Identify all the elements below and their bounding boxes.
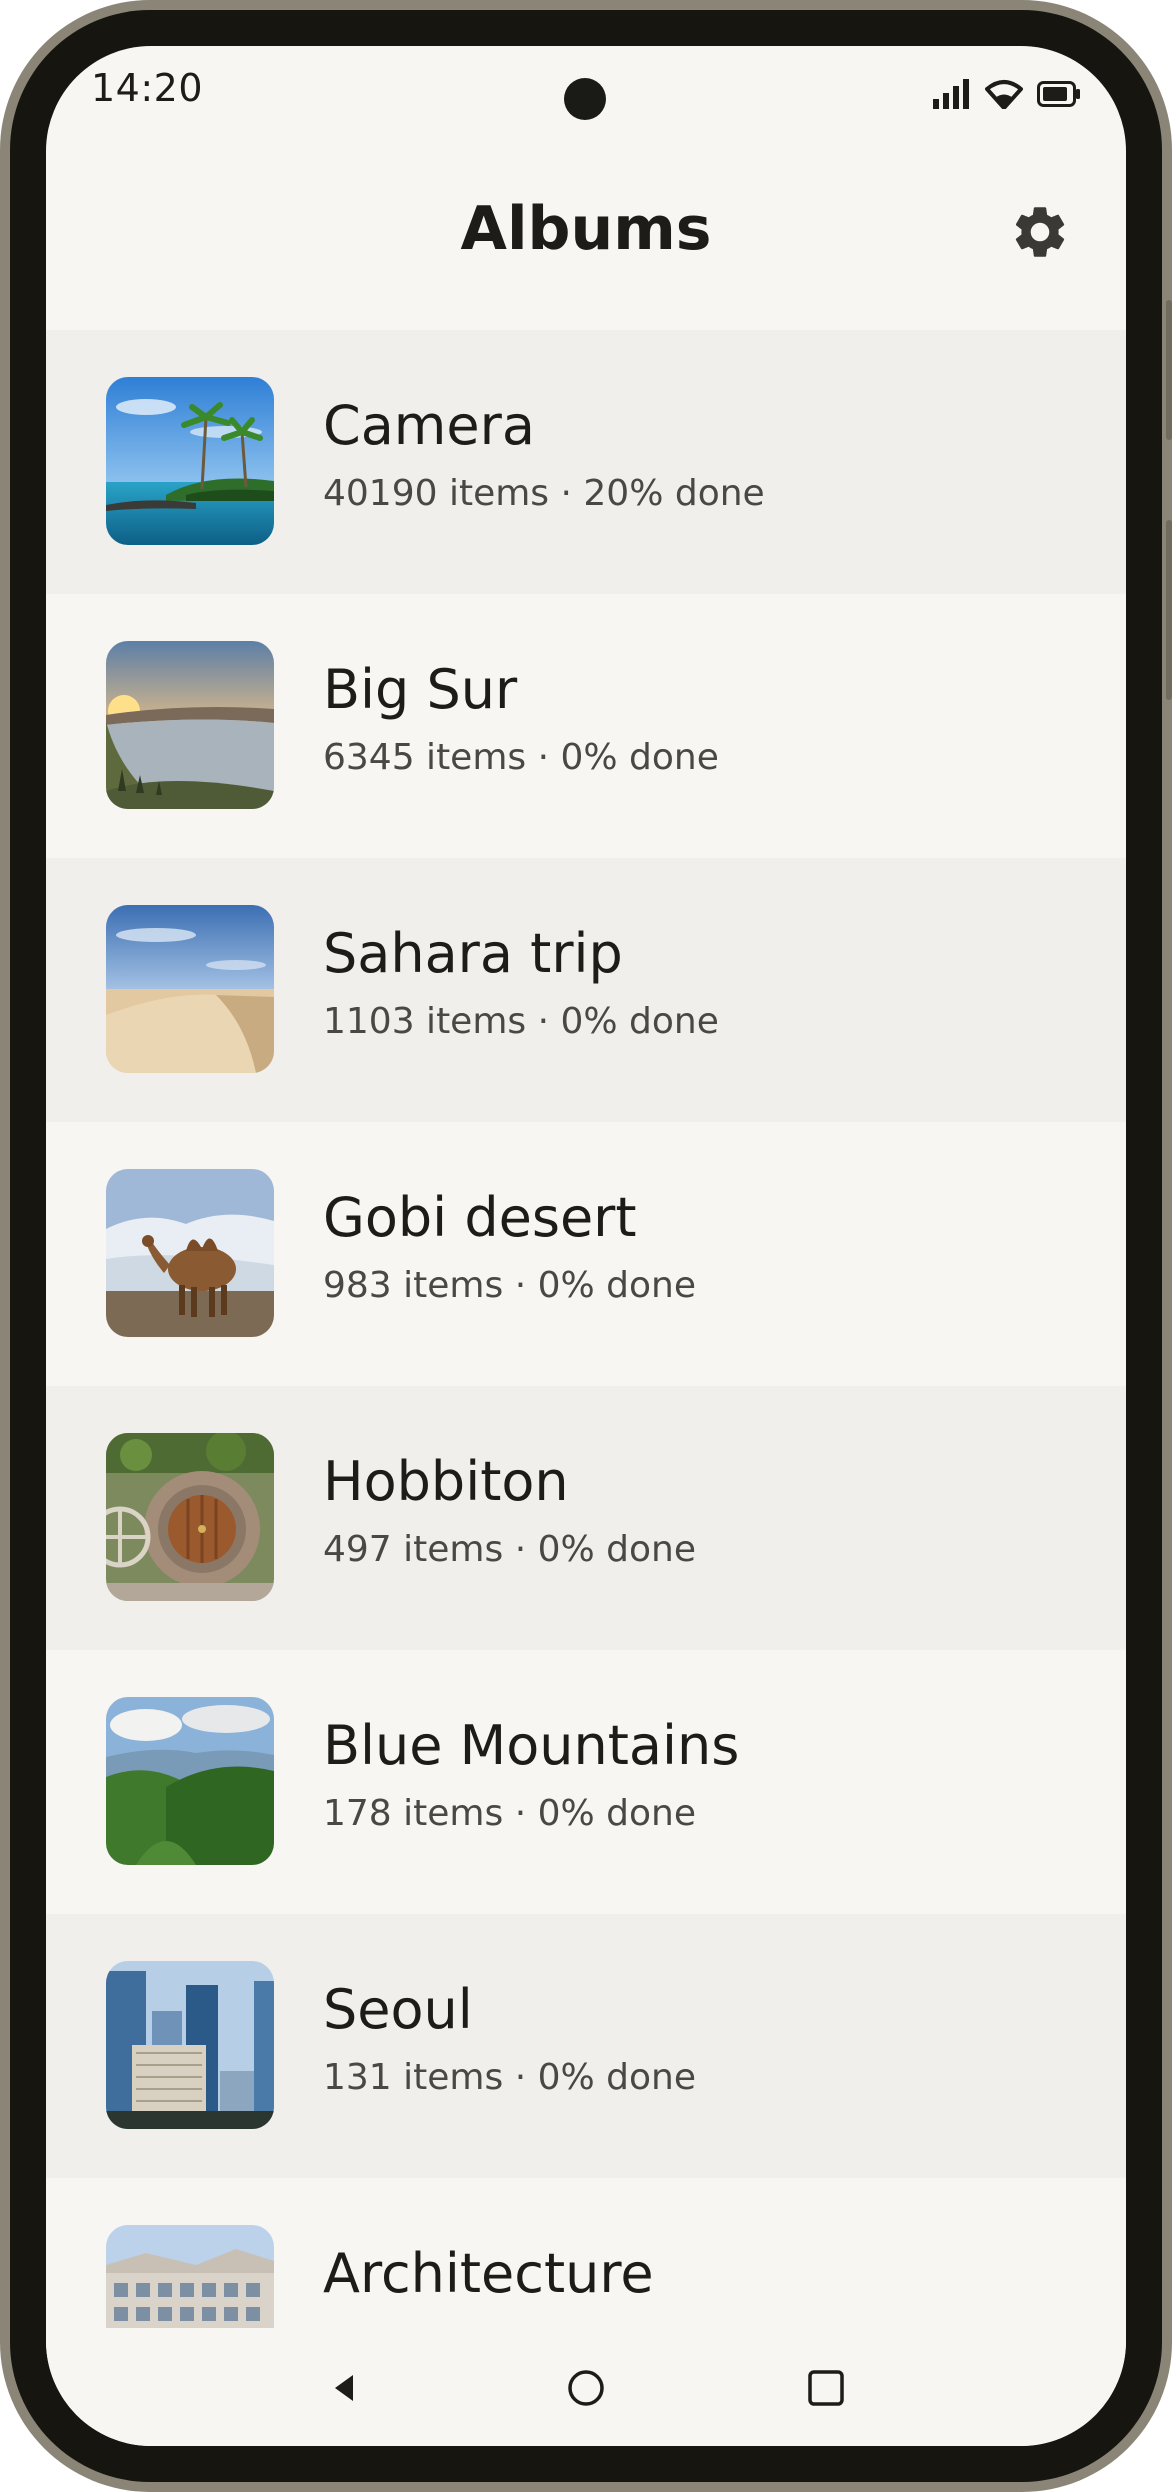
tropical-island-photo (106, 377, 274, 545)
status-time: 14:20 (91, 66, 204, 110)
album-text: Hobbiton 497 items · 0% done (323, 1450, 1096, 1572)
album-meta: 983 items · 0% done (323, 1265, 696, 1306)
album-name: Gobi desert (323, 1186, 637, 1249)
back-icon (335, 2375, 353, 2401)
album-thumbnail (106, 1697, 274, 1865)
settings-button[interactable] (1004, 196, 1076, 268)
album-meta: 178 items · 0% done (323, 1793, 696, 1834)
album-list: Camera 40190 items · 20% done Big Sur 63… (46, 330, 1126, 2328)
album-thumbnail (106, 1433, 274, 1601)
screen: 14:20 Albums Camera 40190 items · 20% do… (46, 46, 1126, 2446)
page-title: Albums (460, 194, 712, 264)
app-header: Albums (46, 136, 1126, 330)
coastal-sunset-photo (106, 641, 274, 809)
camel-photo (106, 1169, 274, 1337)
status-bar: 14:20 (46, 46, 1126, 136)
album-row-sahara-trip[interactable]: Sahara trip 1103 items · 0% done (46, 858, 1126, 1122)
album-row-seoul[interactable]: Seoul 131 items · 0% done (46, 1914, 1126, 2178)
album-name: Sahara trip (323, 922, 623, 985)
home-button[interactable] (556, 2358, 616, 2418)
battery-icon (1037, 81, 1080, 107)
album-thumbnail (106, 905, 274, 1073)
gear-icon (1015, 207, 1065, 257)
back-button[interactable] (314, 2358, 374, 2418)
album-name: Hobbiton (323, 1450, 569, 1513)
album-meta: 40190 items · 20% done (323, 473, 765, 514)
album-meta: 1103 items · 0% done (323, 1001, 719, 1042)
album-name: Big Sur (323, 658, 518, 721)
album-thumbnail (106, 1169, 274, 1337)
home-icon (568, 2370, 604, 2406)
album-text: Architecture (323, 2242, 1096, 2320)
album-text: Gobi desert 983 items · 0% done (323, 1186, 1096, 1308)
album-row-architecture[interactable]: Architecture (46, 2178, 1126, 2328)
recents-button[interactable] (796, 2358, 856, 2418)
album-text: Blue Mountains 178 items · 0% done (323, 1714, 1096, 1836)
album-thumbnail (106, 1961, 274, 2129)
album-meta: 131 items · 0% done (323, 2057, 696, 2098)
volume-button (1166, 300, 1172, 440)
signal-icon (933, 79, 969, 109)
album-text: Seoul 131 items · 0% done (323, 1978, 1096, 2100)
status-icons (933, 76, 1081, 112)
album-name: Architecture (323, 2242, 654, 2305)
album-thumbnail (106, 2225, 274, 2328)
camera-cutout (564, 78, 606, 120)
building-photo (106, 2225, 274, 2328)
album-meta: 497 items · 0% done (323, 1529, 696, 1570)
navigation-bar (46, 2328, 1126, 2446)
sand-dunes-photo (106, 905, 274, 1073)
album-name: Camera (323, 394, 535, 457)
album-row-hobbiton[interactable]: Hobbiton 497 items · 0% done (46, 1386, 1126, 1650)
album-text: Big Sur 6345 items · 0% done (323, 658, 1096, 780)
recents-icon (808, 2370, 844, 2406)
album-text: Sahara trip 1103 items · 0% done (323, 922, 1096, 1044)
album-text: Camera 40190 items · 20% done (323, 394, 1096, 516)
wifi-icon (985, 80, 1023, 109)
album-thumbnail (106, 377, 274, 545)
album-row-camera[interactable]: Camera 40190 items · 20% done (46, 330, 1126, 594)
album-name: Seoul (323, 1978, 473, 2041)
album-thumbnail (106, 641, 274, 809)
album-meta: 6345 items · 0% done (323, 737, 719, 778)
album-name: Blue Mountains (323, 1714, 740, 1777)
album-row-big-sur[interactable]: Big Sur 6345 items · 0% done (46, 594, 1126, 858)
power-button (1166, 520, 1172, 700)
city-skyline-photo (106, 1961, 274, 2129)
hobbit-door-photo (106, 1433, 274, 1601)
album-row-blue-mountains[interactable]: Blue Mountains 178 items · 0% done (46, 1650, 1126, 1914)
album-row-gobi-desert[interactable]: Gobi desert 983 items · 0% done (46, 1122, 1126, 1386)
mountain-valley-photo (106, 1697, 274, 1865)
